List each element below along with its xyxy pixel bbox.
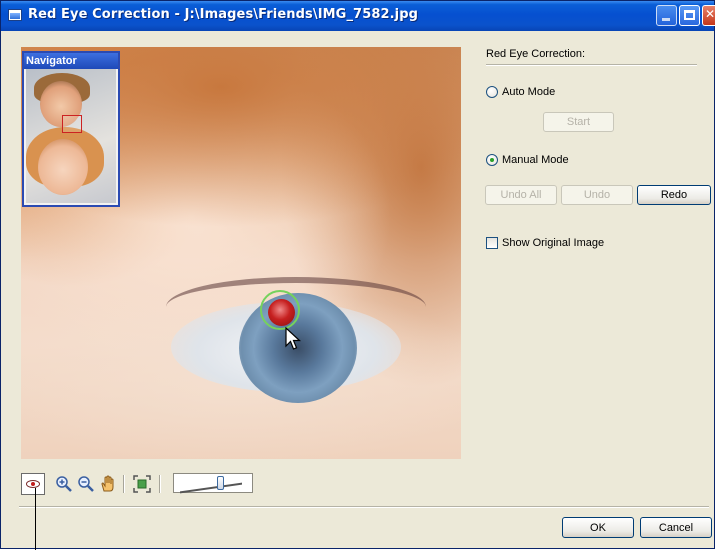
navigator-panel[interactable]: Navigator bbox=[22, 51, 120, 207]
red-eye-correction-dialog: Red Eye Correction - J:\Images\Friends\I… bbox=[0, 0, 715, 550]
zoom-slider-thumb[interactable] bbox=[217, 476, 224, 490]
undo-all-button[interactable]: Undo All bbox=[485, 185, 557, 205]
auto-mode-label: Auto Mode bbox=[502, 86, 556, 98]
minimize-button[interactable] bbox=[656, 5, 677, 26]
thumbnail-kid2-face bbox=[38, 139, 88, 195]
show-original-option[interactable]: Show Original Image bbox=[486, 237, 604, 249]
cancel-button[interactable]: Cancel bbox=[640, 517, 712, 538]
correction-circle-marker[interactable] bbox=[260, 290, 300, 330]
panel-title: Red Eye Correction: bbox=[486, 48, 586, 60]
hand-pan-icon[interactable] bbox=[99, 475, 117, 493]
navigator-thumbnail[interactable] bbox=[26, 69, 116, 203]
auto-mode-option[interactable]: Auto Mode bbox=[486, 86, 555, 98]
undo-button[interactable]: Undo bbox=[561, 185, 633, 205]
show-original-label: Show Original Image bbox=[502, 237, 605, 249]
mouse-pointer-icon bbox=[285, 327, 302, 350]
toolbar-separator bbox=[159, 475, 161, 493]
auto-mode-radio[interactable] bbox=[486, 86, 498, 98]
start-button[interactable]: Start bbox=[543, 112, 614, 132]
manual-mode-label: Manual Mode bbox=[502, 154, 569, 166]
app-window-icon bbox=[8, 9, 22, 21]
title-bar[interactable]: Red Eye Correction - J:\Images\Friends\I… bbox=[1, 1, 715, 31]
zoom-in-icon[interactable] bbox=[55, 475, 73, 493]
zoom-slider[interactable] bbox=[173, 473, 253, 494]
close-button[interactable] bbox=[702, 5, 715, 26]
navigator-viewport-rectangle[interactable] bbox=[62, 115, 82, 133]
fit-to-window-icon[interactable] bbox=[133, 475, 151, 493]
footer-separator bbox=[19, 506, 709, 508]
panel-separator bbox=[486, 64, 697, 66]
navigator-title: Navigator bbox=[24, 53, 118, 69]
manual-mode-option[interactable]: Manual Mode bbox=[486, 154, 569, 166]
show-original-checkbox[interactable] bbox=[486, 237, 498, 249]
toolbar-separator bbox=[123, 475, 125, 493]
redo-button[interactable]: Redo bbox=[637, 185, 711, 205]
zoom-slider-track bbox=[180, 482, 242, 494]
callout-pointer-line bbox=[35, 488, 36, 550]
window-title: Red Eye Correction - J:\Images\Friends\I… bbox=[28, 7, 419, 22]
manual-mode-radio[interactable] bbox=[486, 154, 498, 166]
maximize-button[interactable] bbox=[679, 5, 700, 26]
ok-button[interactable]: OK bbox=[562, 517, 634, 538]
zoom-out-icon[interactable] bbox=[77, 475, 95, 493]
red-eye-tool-button[interactable] bbox=[21, 473, 45, 495]
